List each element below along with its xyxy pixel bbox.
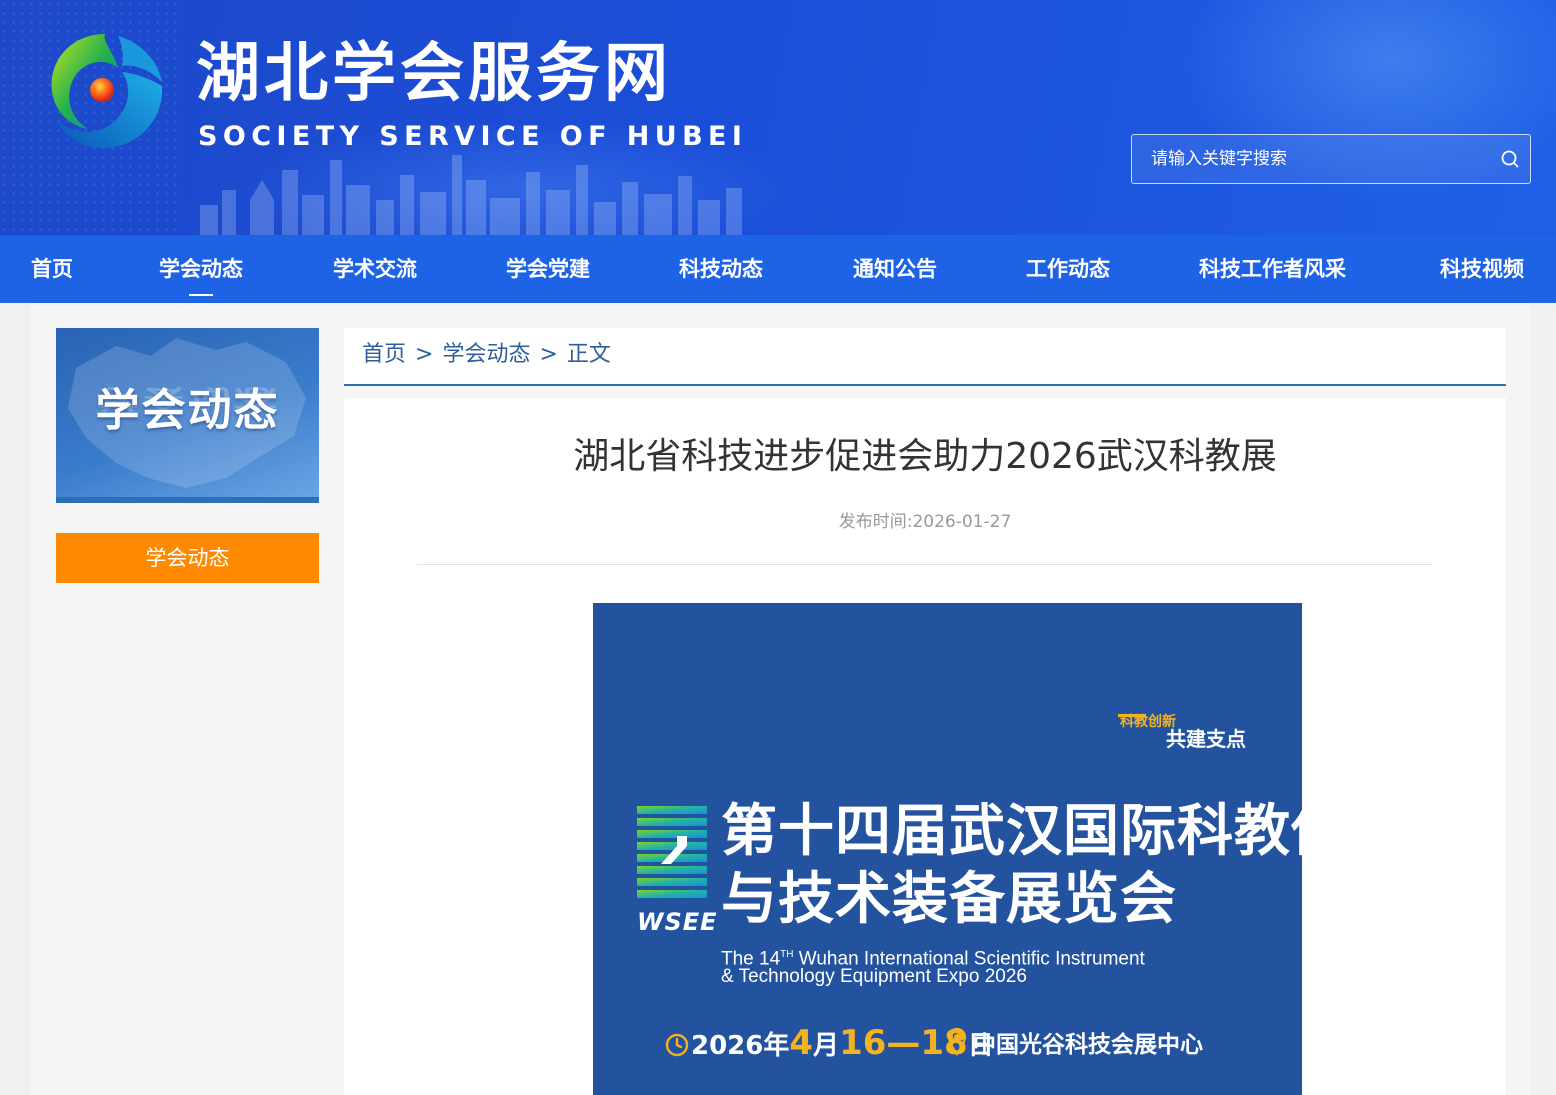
sidebar-banner: 学会动态 学会动态 <box>56 328 319 503</box>
expo-en-sup: TH <box>780 949 794 960</box>
active-nav-indicator <box>189 294 213 296</box>
nav-item-home[interactable]: 首页 <box>31 235 73 303</box>
breadcrumb-separator: > <box>415 342 434 367</box>
search-box <box>1131 134 1531 184</box>
clock-icon <box>665 1033 689 1057</box>
breadcrumb: 首页 > 学会动态 > 正文 <box>362 340 611 370</box>
expo-title-line2: 与技术装备展览会 <box>721 867 1177 932</box>
publish-meta: 发布时间:2026-01-27 <box>344 508 1506 536</box>
nav-item-label: 科技视频 <box>1440 257 1524 281</box>
expo-date-month-unit: 月 <box>813 1031 840 1061</box>
sidebar-item-society-news[interactable]: 学会动态 <box>56 533 319 583</box>
breadcrumb-section-link[interactable]: 学会动态 <box>442 342 530 367</box>
search-icon[interactable] <box>1500 149 1520 169</box>
publish-date: 2026-01-27 <box>912 512 1012 532</box>
expo-title-line1: 第十四届武汉国际科教仪器 <box>721 799 1302 864</box>
breadcrumb-bar: 首页 > 学会动态 > 正文 <box>344 328 1506 386</box>
nav-item-academic-exchange[interactable]: 学术交流 <box>333 235 417 303</box>
nav-item-label: 通知公告 <box>853 257 937 281</box>
nav-item-label: 科技动态 <box>679 257 763 281</box>
location-pin-icon <box>947 1027 967 1056</box>
sidebar-banner-strip <box>56 497 319 503</box>
nav-item-label: 首页 <box>31 257 73 281</box>
nav-item-label: 学会党建 <box>506 257 590 281</box>
nav-item-label: 学术交流 <box>333 257 417 281</box>
site-title: 湖北学会服务网 <box>196 37 672 111</box>
expo-venue: 中国光谷科技会展中心 <box>973 1032 1203 1058</box>
expo-date-month: 4 <box>789 1023 814 1063</box>
expo-poster-image: 科教创新 共建支点 WSEE 第十四届武汉国际科教仪器 与技术装备展览会 The… <box>593 603 1302 1095</box>
nav-item-notices[interactable]: 通知公告 <box>853 235 937 303</box>
title-divider <box>417 564 1432 565</box>
nav-item-label: 工作动态 <box>1026 257 1110 281</box>
nav-item-work-news[interactable]: 工作动态 <box>1026 235 1110 303</box>
breadcrumb-separator: > <box>539 342 558 367</box>
slogan-text-b: 共建支点 <box>1166 727 1246 750</box>
sidebar-banner-title: 学会动态 <box>95 385 280 436</box>
city-skyline-graphic <box>200 155 742 235</box>
expo-date-year: 2026年 <box>691 1031 790 1061</box>
site-logo-icon[interactable] <box>44 30 166 152</box>
expo-logo-text: WSEE <box>637 908 718 936</box>
breadcrumb-home-link[interactable]: 首页 <box>362 342 406 367</box>
main-nav: 首页 学会动态 学术交流 学会党建 科技动态 通知公告 工作动态 科技工作者风采… <box>0 235 1556 303</box>
article-title: 湖北省科技进步促进会助力2026武汉科教展 <box>573 436 1277 477</box>
nav-item-label: 学会动态 <box>159 257 243 281</box>
article: 湖北省科技进步促进会助力2026武汉科教展 发布时间:2026-01-27 科教… <box>344 398 1506 1095</box>
breadcrumb-current: 正文 <box>566 342 611 367</box>
expo-english-line2: & Technology Equipment Expo 2026 <box>721 966 1027 987</box>
nav-item-label: 科技工作者风采 <box>1199 257 1346 281</box>
search-input[interactable] <box>1132 135 1482 183</box>
nav-item-tech-video[interactable]: 科技视频 <box>1440 235 1524 303</box>
site-header: 湖北学会服务网 SOCIETY SERVICE OF HUBEI <box>0 0 1556 235</box>
nav-item-tech-news[interactable]: 科技动态 <box>679 235 763 303</box>
site-subtitle: SOCIETY SERVICE OF HUBEI <box>198 121 748 152</box>
nav-item-society-news[interactable]: 学会动态 <box>159 235 243 303</box>
publish-label: 发布时间: <box>838 512 913 532</box>
nav-item-tech-workers[interactable]: 科技工作者风采 <box>1199 235 1346 303</box>
nav-item-party-building[interactable]: 学会党建 <box>506 235 590 303</box>
slogan-graphic: 科教创新 共建支点 <box>1118 713 1246 750</box>
expo-logo-icon <box>637 806 707 898</box>
